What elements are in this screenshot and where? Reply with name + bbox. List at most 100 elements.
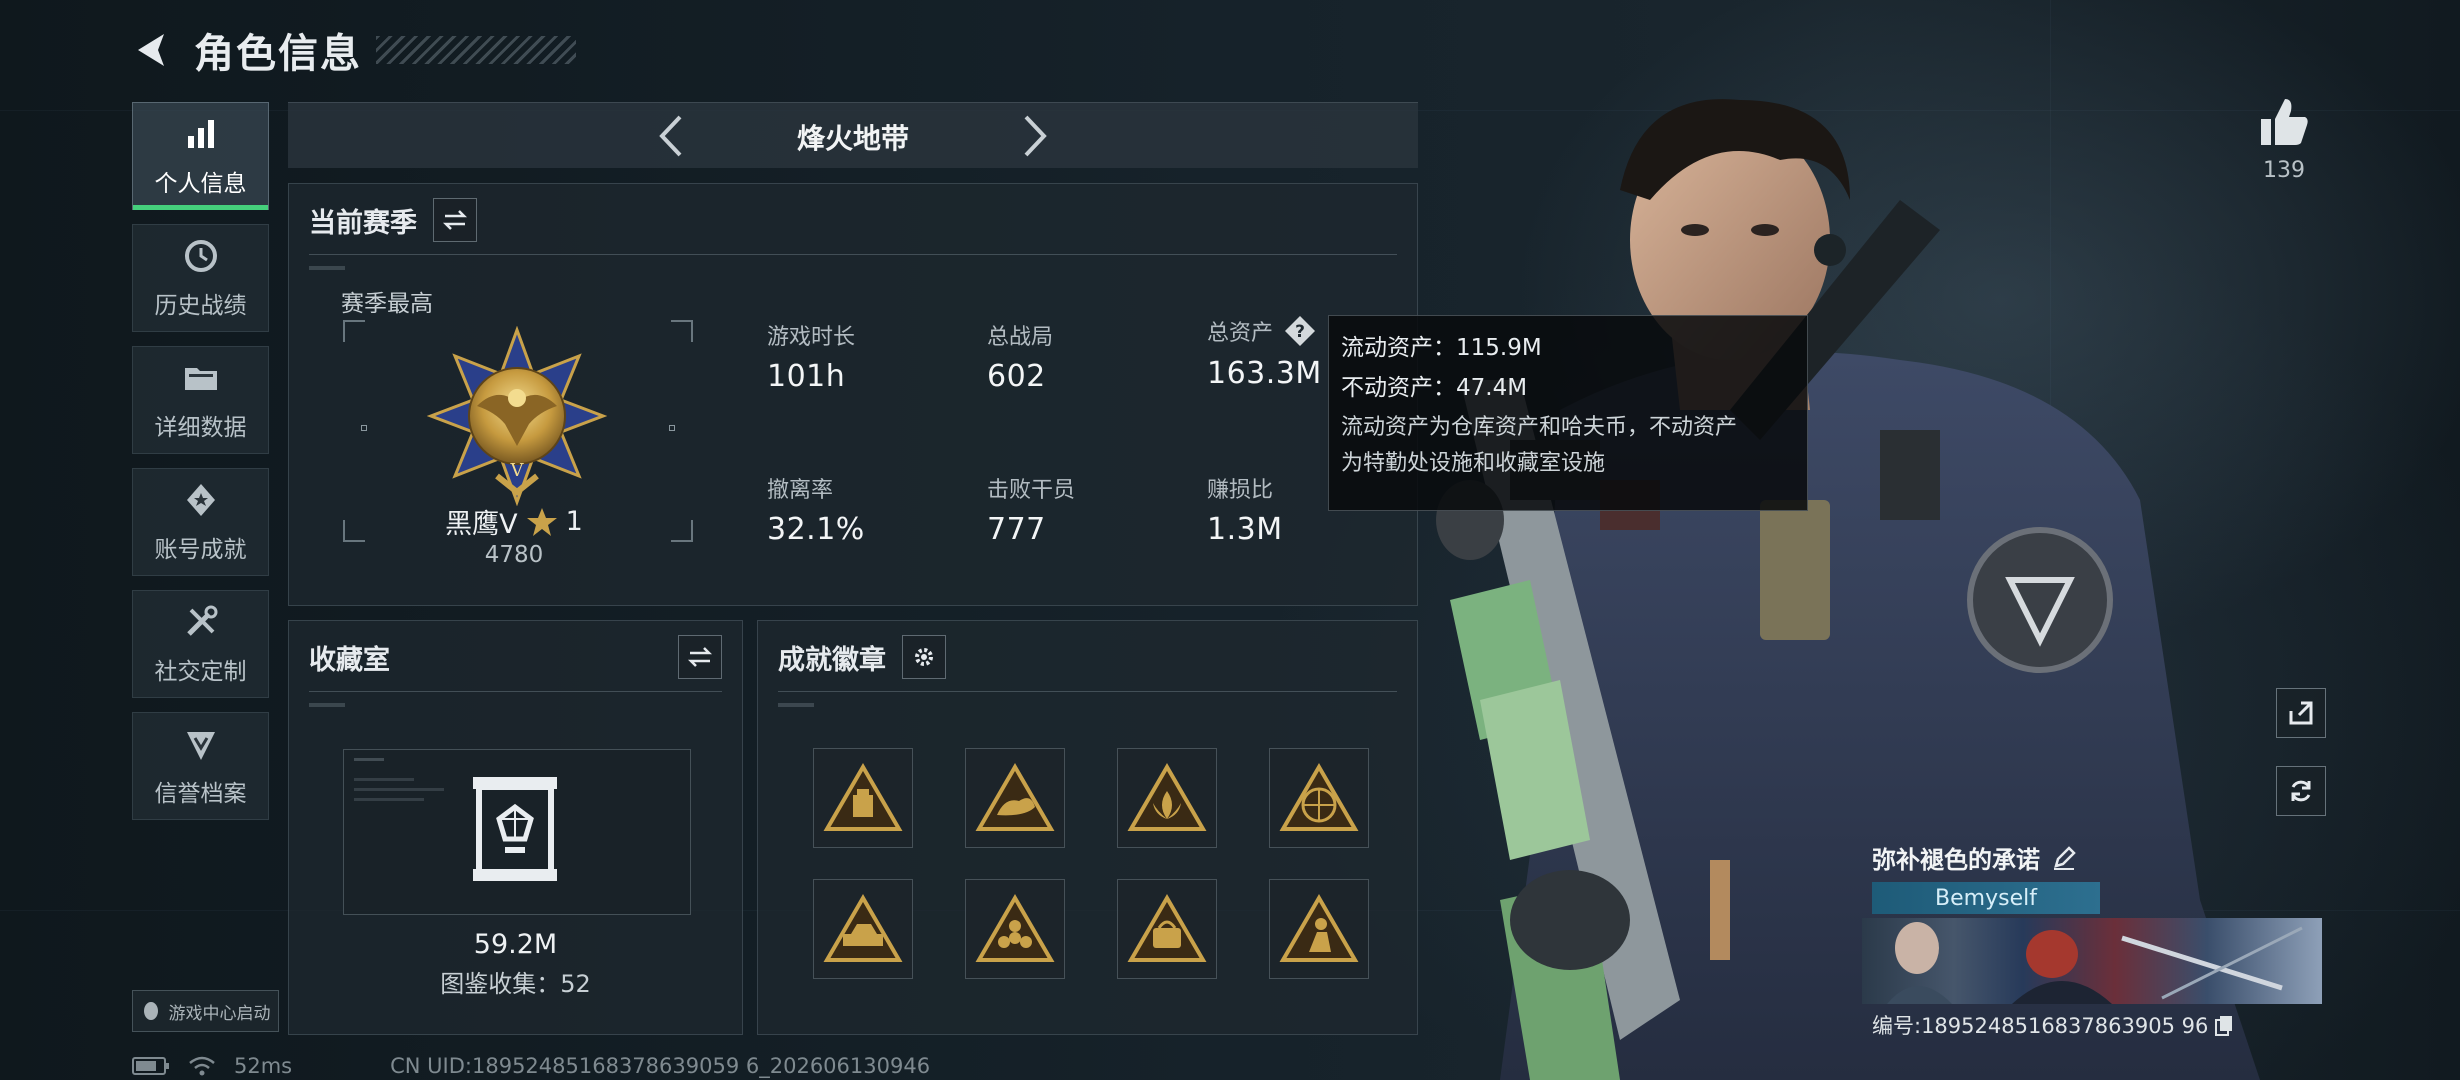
- stat-label: 总战局: [987, 325, 1054, 350]
- stat-extraction-rate: 撤离率 32.1%: [767, 472, 865, 547]
- mode-title: 烽火地带: [796, 122, 909, 155]
- stat-label: 撤离率: [767, 478, 834, 503]
- decor-text: [309, 703, 345, 707]
- player-uid: 编号:1895248516837863905 96: [1872, 1014, 2209, 1038]
- stat-play-time: 游戏时长 101h: [767, 319, 855, 394]
- sidebar-item-credit-record[interactable]: 信誉档案: [132, 712, 269, 820]
- player-uid-row: 编号:1895248516837863905 96: [1872, 1010, 2234, 1040]
- switch-collection-button[interactable]: [678, 635, 722, 679]
- badge-bag-icon: [1127, 894, 1207, 962]
- wifi-icon: [189, 1056, 215, 1076]
- launch-badge-label: 游戏中心启动: [168, 1003, 271, 1024]
- badge-settings-button[interactable]: [902, 635, 946, 679]
- decor-text: [778, 703, 814, 707]
- badge-hand-icon: [975, 763, 1055, 831]
- badge-slot[interactable]: [813, 748, 913, 848]
- badge-supply-icon: [823, 763, 903, 831]
- credit-icon: [186, 732, 215, 760]
- thumbs-up-icon[interactable]: [2257, 95, 2311, 149]
- sidebar: 个人信息 历史战绩 详细数据 账号成就 社交定制 信誉档案: [132, 102, 269, 834]
- collection-room-panel: 收藏室 59.2M 图鉴收集：52: [288, 620, 743, 1035]
- sidebar-item-label: 账号成就: [154, 537, 247, 563]
- sidebar-item-label: 信誉档案: [154, 781, 247, 807]
- switch-icon: [442, 210, 468, 230]
- switch-season-button[interactable]: [433, 198, 477, 242]
- banner-artwork: [1887, 922, 2303, 1004]
- badge-globe-icon: [1279, 763, 1359, 831]
- stat-value: 1.3M: [1207, 512, 1283, 547]
- status-uid: CN UID:18952485168378639059 6_2026061309…: [390, 1054, 931, 1078]
- badge-slot[interactable]: [1269, 748, 1369, 848]
- player-name: 弥补褪色的承诺: [1872, 846, 2040, 874]
- player-banner[interactable]: [1862, 918, 2322, 1004]
- current-season-panel: 当前赛季 赛季最高 V 黑鹰V 1 4780 游戏时长 101h 总战局 602…: [288, 183, 1418, 606]
- tooltip-fixed-assets: 不动资产：47.4M: [1341, 375, 1528, 401]
- tooltip-desc-line2: 为特勤处设施和收藏室设施: [1341, 451, 1606, 476]
- season-best-label: 赛季最高: [341, 291, 433, 317]
- badge-slot[interactable]: [965, 748, 1065, 848]
- svg-text:V: V: [510, 460, 525, 481]
- sidebar-item-match-history[interactable]: 历史战绩: [132, 224, 269, 332]
- badge-slot[interactable]: [965, 879, 1065, 979]
- player-name-row: 弥补褪色的承诺: [1872, 840, 2078, 875]
- bar-chart-icon: [187, 120, 214, 148]
- game-center-launch-badge[interactable]: 游戏中心启动: [132, 990, 279, 1032]
- share-button[interactable]: [2276, 688, 2326, 738]
- badge-vehicle-icon: [823, 894, 903, 962]
- badge-slot[interactable]: [1117, 748, 1217, 848]
- stat-label: 击败干员: [987, 478, 1076, 503]
- player-card: 弥补褪色的承诺 Bemyself 编号:1895248516837863905 …: [1862, 840, 2322, 1040]
- stat-label: 游戏时长: [767, 325, 856, 350]
- rank-stars: 1: [565, 506, 583, 537]
- sidebar-item-achievements[interactable]: 账号成就: [132, 468, 269, 576]
- ping-readout: 52ms: [234, 1054, 293, 1078]
- sidebar-item-detailed-data[interactable]: 详细数据: [132, 346, 269, 454]
- player-title-tag: Bemyself: [1872, 882, 2100, 914]
- chevron-right-icon[interactable]: [1008, 111, 1058, 161]
- rank-name: 黑鹰V: [445, 509, 518, 540]
- edit-pencil-icon[interactable]: [2050, 844, 2078, 872]
- sidebar-item-social-custom[interactable]: 社交定制: [132, 590, 269, 698]
- tools-icon: [186, 605, 217, 636]
- badge-slot[interactable]: [813, 879, 913, 979]
- refresh-button[interactable]: [2276, 766, 2326, 816]
- status-bar: 52ms CN UID:18952485168378639059 6_20260…: [132, 1052, 930, 1080]
- achievement-icon: [186, 484, 215, 516]
- tooltip-liquid-assets: 流动资产：115.9M: [1341, 335, 1542, 361]
- badge-slot[interactable]: [1117, 879, 1217, 979]
- share-icon: [2289, 701, 2313, 725]
- panel-divider: [309, 691, 722, 692]
- vault-icon: [473, 777, 557, 881]
- history-icon: [184, 240, 217, 272]
- achievement-badges-panel: 成就徽章: [757, 620, 1418, 1035]
- refresh-icon: [2291, 780, 2311, 802]
- star-icon: [526, 507, 557, 536]
- stat-label: 赚损比: [1207, 478, 1274, 503]
- stat-label: 总资产: [1207, 321, 1274, 346]
- panel-divider: [309, 254, 1397, 255]
- assets-tooltip: 流动资产：115.9M 不动资产：47.4M 流动资产为仓库资产和哈夫币，不动资…: [1328, 315, 1808, 511]
- stat-value: 163.3M: [1207, 356, 1322, 391]
- collection-panel-title: 收藏室: [309, 644, 390, 676]
- panel-divider: [778, 691, 1397, 692]
- help-icon[interactable]: ?: [1283, 314, 1317, 348]
- sidebar-item-label: 历史战绩: [154, 293, 247, 319]
- rank-score: 4780: [484, 542, 544, 568]
- black-hawk-rank-emblem: V: [427, 326, 607, 506]
- season-panel-title: 当前赛季: [309, 207, 417, 239]
- page-title: 角色信息: [194, 31, 362, 77]
- svg-text:?: ?: [1295, 322, 1305, 342]
- back-arrow-icon[interactable]: [130, 28, 174, 72]
- header: 角色信息: [130, 18, 576, 82]
- collection-count: 图鉴收集：52: [440, 970, 591, 998]
- copy-icon[interactable]: [2214, 1014, 2234, 1036]
- switch-icon: [687, 647, 713, 667]
- badge-flower-icon: [975, 894, 1055, 962]
- badge-slot[interactable]: [1269, 879, 1369, 979]
- sidebar-item-personal-info[interactable]: 个人信息: [132, 102, 269, 210]
- sidebar-item-label: 个人信息: [154, 171, 247, 197]
- tooltip-desc-line1: 流动资产为仓库资产和哈夫币，不动资产: [1341, 415, 1738, 440]
- stat-value: 101h: [767, 359, 846, 394]
- collection-value: 59.2M: [473, 929, 558, 960]
- mode-selector: 烽火地带: [288, 102, 1418, 168]
